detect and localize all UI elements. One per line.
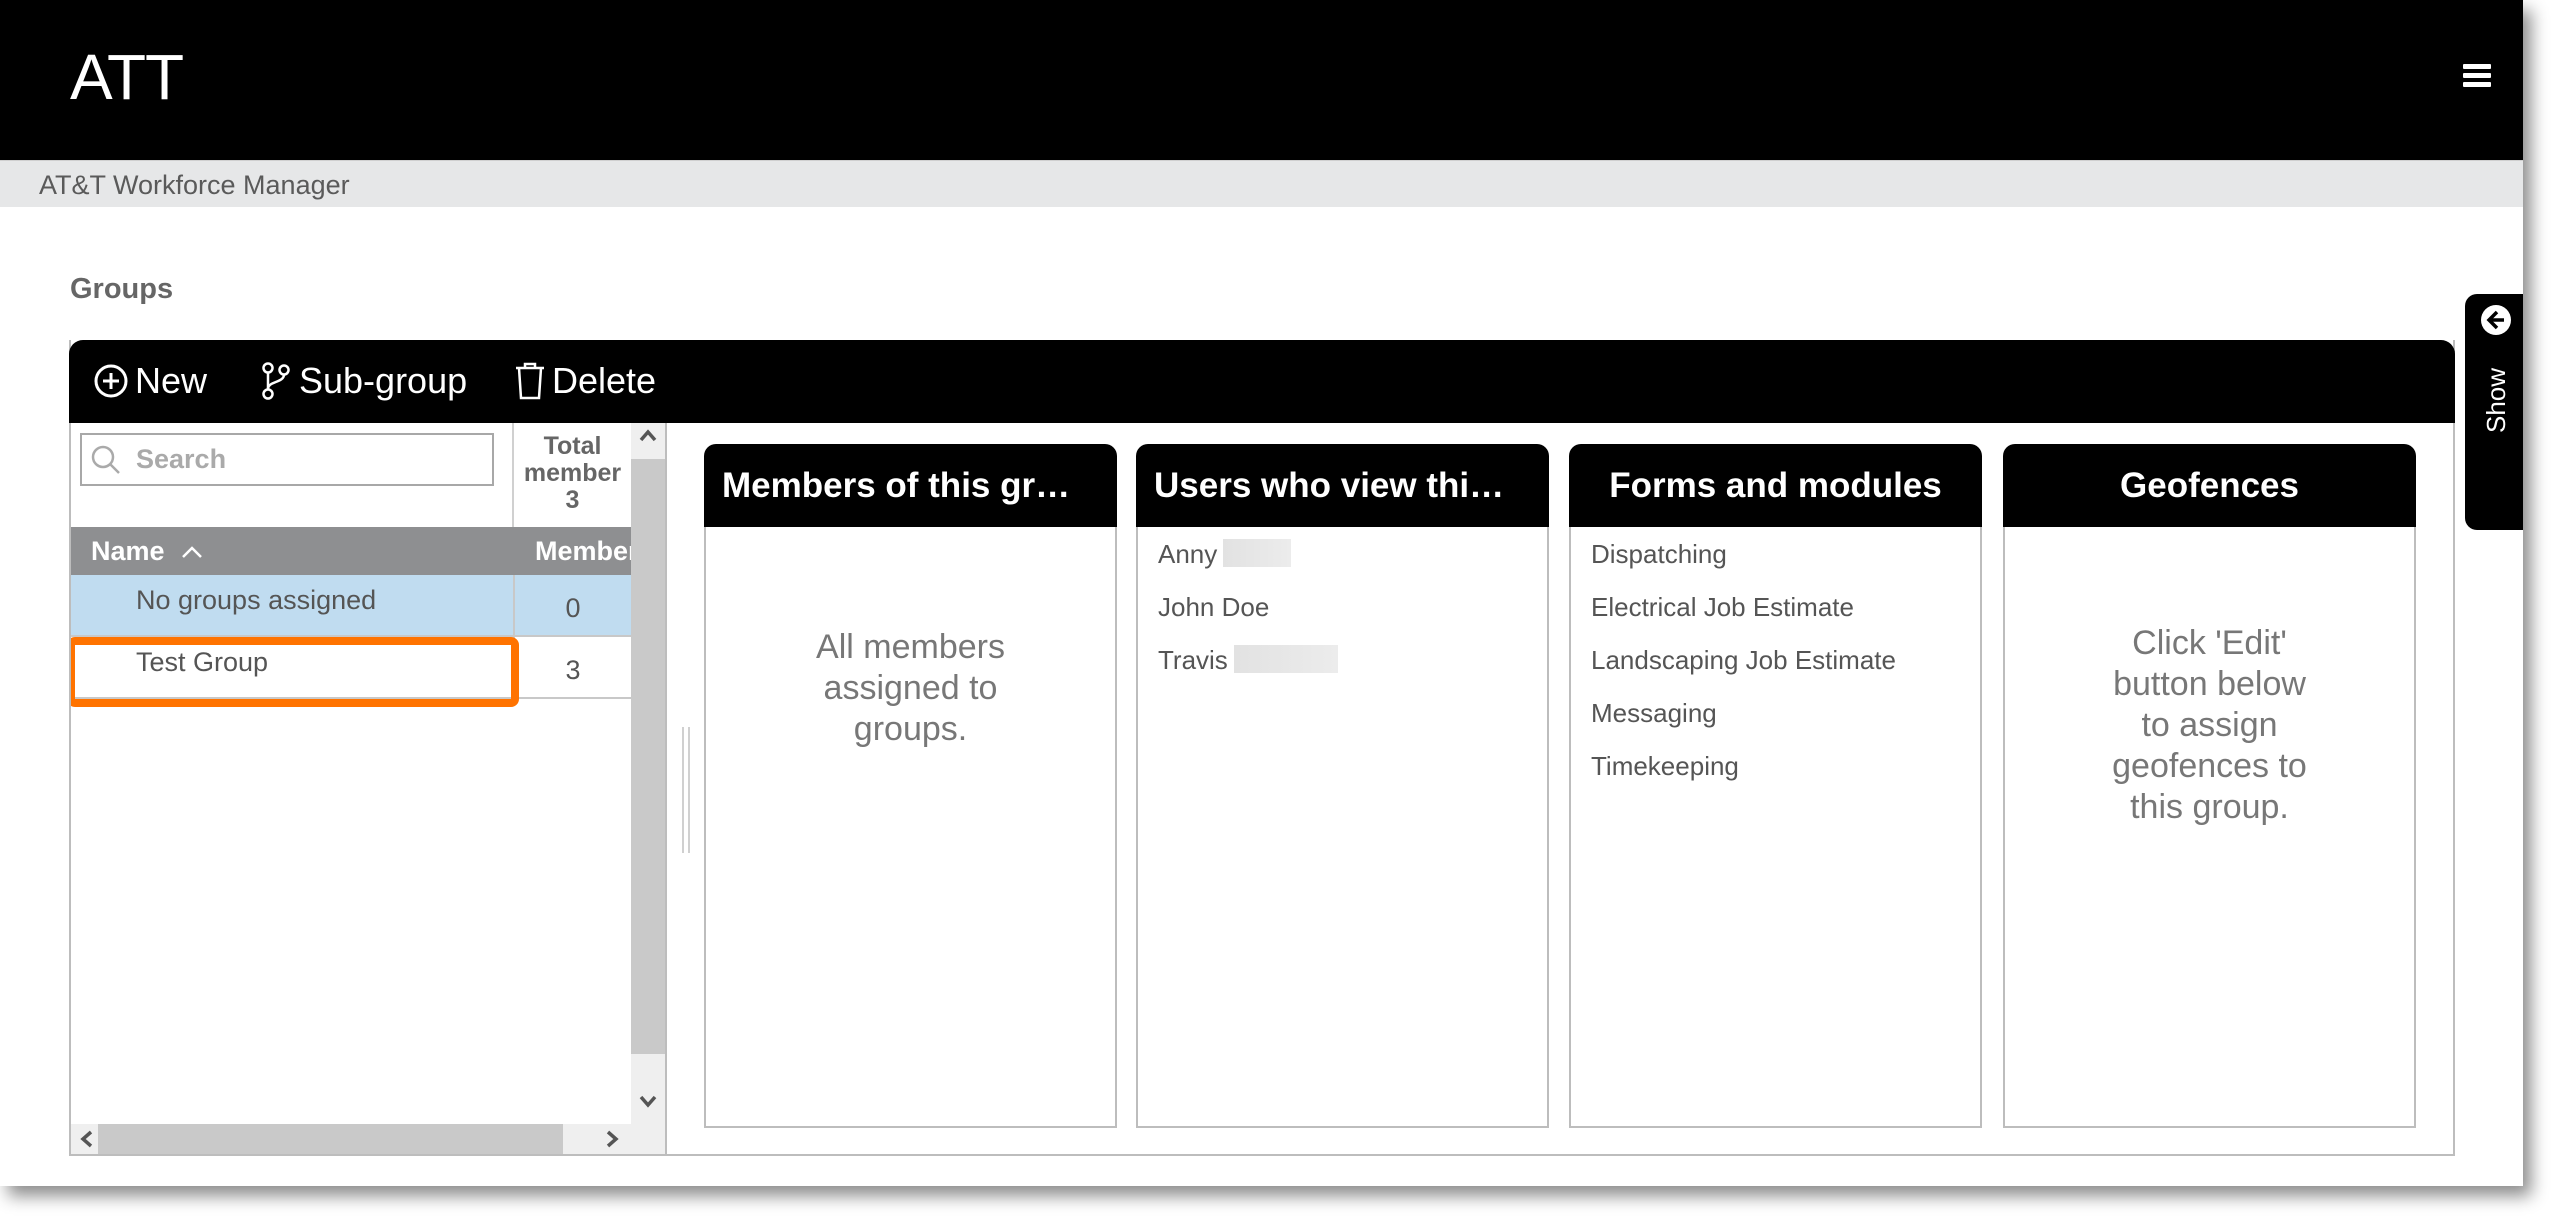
viewers-panel: Users who view thi… Anny John Doe Travis <box>1136 444 1549 1128</box>
total-members-label-1: Total <box>543 432 602 460</box>
column-header-members[interactable]: Member <box>535 536 639 567</box>
column-header-name[interactable]: Name <box>91 536 203 567</box>
groups-toolbar: New Sub-group Delete <box>69 340 2455 423</box>
vertical-scroll-thumb[interactable] <box>631 459 665 1054</box>
message-line: All members <box>816 628 1005 666</box>
branch-icon <box>262 362 290 400</box>
geofences-panel: Geofences Click 'Edit' button below to a… <box>2003 444 2416 1128</box>
top-bar: ATT <box>0 0 2523 160</box>
total-members-label-2: member <box>523 459 622 487</box>
form-item[interactable]: Dispatching <box>1591 539 1980 592</box>
app-subtitle: AT&T Workforce Manager <box>39 170 350 200</box>
show-side-tab[interactable]: Show <box>2465 294 2523 530</box>
new-button[interactable]: New <box>93 358 207 404</box>
trash-icon <box>516 362 544 400</box>
geofences-message: Click 'Edit' button below to assign geof… <box>2005 623 2414 828</box>
viewer-item[interactable]: Travis <box>1158 645 1547 698</box>
grid-header: Name Member <box>71 527 639 575</box>
scroll-up-icon[interactable] <box>638 428 658 444</box>
viewers-panel-title: Users who view thi… <box>1136 444 1549 527</box>
app-title: ATT <box>70 41 184 113</box>
arrow-left-circle-icon <box>2481 305 2511 335</box>
members-panel: Members of this gr… All members assigned… <box>704 444 1117 1128</box>
search-input[interactable] <box>136 444 456 475</box>
sub-group-label: Sub-group <box>299 360 468 401</box>
message-line: Click 'Edit' <box>2132 624 2287 662</box>
forms-panel-title: Forms and modules <box>1569 444 1982 527</box>
members-panel-title: Members of this gr… <box>704 444 1117 527</box>
message-line: button below <box>2113 665 2306 703</box>
viewers-list: Anny John Doe Travis <box>1138 527 1547 698</box>
delete-label: Delete <box>552 360 657 401</box>
total-members-cell: Total member 3 <box>512 423 631 527</box>
group-row-no-groups[interactable]: No groups assigned 0 <box>71 575 631 637</box>
forms-list: Dispatching Electrical Job Estimate Land… <box>1571 527 1980 804</box>
hamburger-menu-icon[interactable] <box>2463 64 2491 90</box>
plus-circle-icon <box>94 364 128 398</box>
group-row-test-group[interactable]: Test Group 3 <box>71 637 631 699</box>
pane-splitter[interactable] <box>682 727 690 853</box>
message-line: assigned to <box>823 669 998 707</box>
viewer-item[interactable]: Anny <box>1158 539 1547 592</box>
search-box[interactable] <box>80 433 494 486</box>
message-line: geofences to <box>2112 747 2307 785</box>
redacted-surname <box>1223 539 1292 567</box>
breadcrumb-bar: AT&T Workforce Manager <box>0 160 2523 207</box>
horizontal-scroll-thumb[interactable] <box>98 1124 563 1154</box>
geofences-panel-body: Click 'Edit' button below to assign geof… <box>2003 527 2416 1128</box>
scroll-right-icon[interactable] <box>604 1129 620 1149</box>
group-name: No groups assigned <box>136 585 377 615</box>
scroll-left-icon[interactable] <box>79 1129 95 1149</box>
page-title: Groups <box>70 273 174 305</box>
group-name: Test Group <box>136 647 269 677</box>
sort-ascending-icon <box>181 545 202 558</box>
viewer-name: Anny <box>1158 539 1218 569</box>
form-item[interactable]: Timekeeping <box>1591 751 1980 804</box>
scroll-down-icon[interactable] <box>638 1093 658 1109</box>
viewer-name: John Doe <box>1158 592 1270 622</box>
page: ATT AT&T Workforce Manager Groups New Su… <box>0 0 2523 1186</box>
members-empty-message: All members assigned to groups. <box>706 627 1115 750</box>
viewers-panel-body: Anny John Doe Travis <box>1136 527 1549 1128</box>
sub-group-button[interactable]: Sub-group <box>259 358 467 404</box>
groups-list-pane: Total member 3 Name Member No groups ass… <box>71 423 667 1154</box>
viewer-item[interactable]: John Doe <box>1158 592 1547 645</box>
show-label: Show <box>2481 367 2511 433</box>
forms-panel-body: Dispatching Electrical Job Estimate Land… <box>1569 527 1982 1128</box>
vertical-scrollbar[interactable] <box>631 423 665 1124</box>
group-member-count: 3 <box>513 637 631 697</box>
delete-button[interactable]: Delete <box>514 358 656 404</box>
forms-panel: Forms and modules Dispatching Electrical… <box>1569 444 1982 1128</box>
message-line: this group. <box>2130 788 2289 826</box>
column-name-label: Name <box>91 536 165 566</box>
message-line: to assign <box>2141 706 2278 744</box>
form-item[interactable]: Messaging <box>1591 698 1980 751</box>
redacted-surname <box>1233 645 1338 673</box>
form-item[interactable]: Electrical Job Estimate <box>1591 592 1980 645</box>
total-members-value: 3 <box>565 486 580 514</box>
geofences-panel-title: Geofences <box>2003 444 2416 527</box>
search-icon <box>91 445 120 474</box>
message-line: groups. <box>853 710 968 748</box>
form-item[interactable]: Landscaping Job Estimate <box>1591 645 1980 698</box>
new-label: New <box>135 360 208 401</box>
viewer-name: Travis <box>1158 645 1228 675</box>
group-member-count: 0 <box>513 575 631 635</box>
horizontal-scrollbar[interactable] <box>71 1124 665 1154</box>
members-panel-body: All members assigned to groups. <box>704 527 1117 1128</box>
